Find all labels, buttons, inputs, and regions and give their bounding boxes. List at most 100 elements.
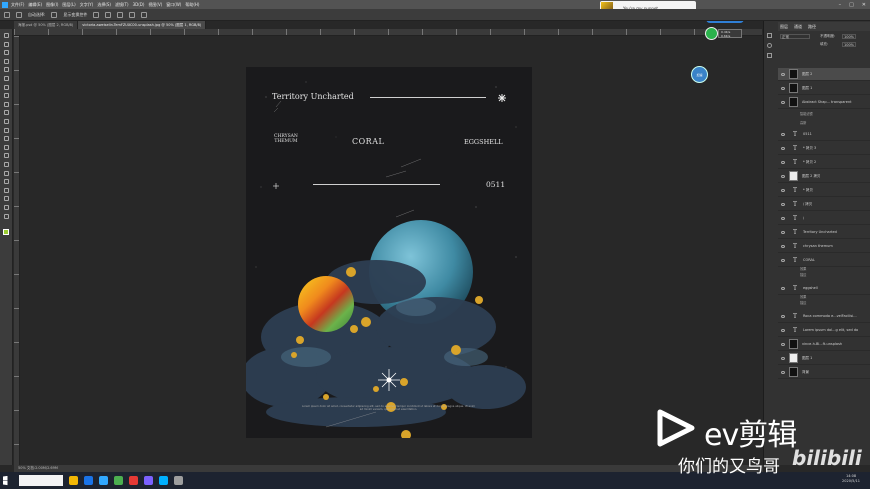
layer-row[interactable]: T / 拷贝: [778, 198, 870, 211]
app-icon[interactable]: [144, 476, 153, 485]
music-app-icon[interactable]: [129, 476, 138, 485]
menu-item[interactable]: 编辑(E): [28, 2, 42, 8]
photoshop-taskbar-icon[interactable]: [99, 476, 108, 485]
eye-visibility-icon[interactable]: [781, 328, 785, 332]
tab-poster[interactable]: 海报.psd @ 50% (图层 2, RGB/8): [14, 21, 79, 29]
qq-icon[interactable]: [159, 476, 168, 485]
eye-visibility-icon[interactable]: [781, 146, 785, 150]
lasso-tool-icon[interactable]: [3, 58, 10, 64]
color-icon[interactable]: [767, 43, 772, 48]
eye-visibility-icon[interactable]: [781, 188, 785, 192]
layer-row[interactable]: Abstract Shap... transparent: [778, 96, 870, 109]
maximize-icon[interactable]: □: [849, 2, 854, 8]
eraser-tool-icon[interactable]: [3, 136, 10, 142]
eye-visibility-icon[interactable]: [781, 230, 785, 234]
ruler-vertical[interactable]: [14, 36, 20, 465]
layer-row[interactable]: T * 拷贝: [778, 184, 870, 197]
align-center-icon[interactable]: [105, 11, 112, 18]
close-icon[interactable]: ✕: [862, 2, 866, 8]
floating-accelerate-button[interactable]: 加速: [691, 66, 708, 83]
poster-artwork[interactable]: Territory Uncharted CHRYSAN THEMUM CORAL…: [246, 67, 532, 438]
zoom-tool-icon[interactable]: [3, 213, 10, 219]
menu-item[interactable]: 图像(I): [46, 2, 58, 8]
menu-item[interactable]: 文件(F): [11, 2, 24, 8]
history-icon[interactable]: [767, 33, 772, 38]
auto-select-label[interactable]: 自动选择:: [28, 12, 45, 18]
opacity-input[interactable]: 100%: [842, 34, 856, 39]
shape-tool-icon[interactable]: [3, 196, 10, 202]
blur-tool-icon[interactable]: [3, 153, 10, 159]
menu-item[interactable]: 文字(Y): [80, 2, 94, 8]
eye-visibility-icon[interactable]: [781, 86, 785, 90]
layer-row[interactable]: T Lorem ipsum dol...g elit, sed do: [778, 324, 870, 337]
wechat-icon[interactable]: [114, 476, 123, 485]
eye-visibility-icon[interactable]: [781, 314, 785, 318]
brush-tool-icon[interactable]: [3, 110, 10, 116]
start-button-icon[interactable]: [3, 475, 8, 486]
layer-row[interactable]: T 0511: [778, 128, 870, 141]
eye-visibility-icon[interactable]: [781, 356, 785, 360]
layer-row[interactable]: Teggshell: [778, 282, 870, 295]
hand-tool-icon[interactable]: [3, 205, 10, 210]
dodge-tool-icon[interactable]: [3, 162, 10, 167]
stamp-tool-icon[interactable]: [3, 119, 10, 124]
marquee-tool-icon[interactable]: [3, 50, 10, 56]
eye-visibility-icon[interactable]: [781, 100, 785, 104]
layer-row[interactable]: Tchrysan themum: [778, 240, 870, 253]
layer-row[interactable]: T CORAL: [778, 254, 870, 267]
minimize-icon[interactable]: –: [839, 2, 842, 8]
menu-item[interactable]: 帮助(H): [185, 2, 199, 8]
distribute-icon[interactable]: [129, 11, 136, 18]
speed-monitor-icon[interactable]: [705, 27, 718, 40]
home-icon[interactable]: [4, 11, 10, 18]
eye-visibility-icon[interactable]: [781, 72, 785, 76]
layer-row[interactable]: 图层 2: [778, 68, 870, 81]
eye-visibility-icon[interactable]: [781, 342, 785, 346]
quick-select-tool-icon[interactable]: [3, 67, 10, 73]
eye-visibility-icon[interactable]: [781, 370, 785, 374]
frame-tool-icon[interactable]: [3, 84, 10, 90]
taskbar-search-box[interactable]: [19, 475, 63, 486]
properties-icon[interactable]: [767, 53, 772, 58]
eye-visibility-icon[interactable]: [781, 258, 785, 262]
eye-visibility-icon[interactable]: [781, 244, 785, 248]
taskbar-clock[interactable]: 14:08 2020/5/11: [842, 474, 860, 484]
healing-tool-icon[interactable]: [3, 101, 10, 107]
eye-visibility-icon[interactable]: [781, 286, 785, 290]
artboard-tool-icon[interactable]: [3, 41, 10, 47]
menu-item[interactable]: 视图(V): [148, 2, 162, 8]
history-brush-tool-icon[interactable]: [3, 127, 10, 133]
pen-tool-icon[interactable]: [3, 170, 10, 176]
layer-row[interactable]: 图层 1: [778, 352, 870, 365]
file-explorer-icon[interactable]: [69, 476, 78, 485]
crop-tool-icon[interactable]: [3, 76, 10, 81]
more-options-icon[interactable]: [141, 11, 148, 18]
eye-visibility-icon[interactable]: [781, 216, 785, 220]
foreground-color-swatch[interactable]: [3, 229, 9, 235]
move-tool-icon[interactable]: [3, 33, 10, 38]
eye-visibility-icon[interactable]: [781, 160, 785, 164]
align-right-icon[interactable]: [117, 11, 124, 18]
layer-row[interactable]: T * 拷贝 3: [778, 142, 870, 155]
layer-row[interactable]: T Territory Uncharted: [778, 226, 870, 239]
layer-row[interactable]: vince-h-Bl...ft-unsplash: [778, 338, 870, 351]
eye-visibility-icon[interactable]: [781, 202, 785, 206]
eye-visibility-icon[interactable]: [781, 174, 785, 178]
tab-layers[interactable]: 图层: [780, 24, 788, 30]
tab-channels[interactable]: 通道: [794, 24, 802, 30]
type-tool-icon[interactable]: [3, 179, 10, 185]
menu-item[interactable]: 图层(L): [62, 2, 75, 8]
tab-paths[interactable]: 路径: [808, 24, 816, 30]
menu-item[interactable]: 窗口(W): [166, 2, 181, 8]
layer-row[interactable]: 图层 1: [778, 82, 870, 95]
eyedropper-tool-icon[interactable]: [3, 93, 10, 99]
folder-icon[interactable]: [174, 476, 183, 485]
layer-dropdown-icon[interactable]: [51, 11, 58, 18]
move-tool-icon[interactable]: [16, 11, 22, 18]
ruler-horizontal[interactable]: [14, 29, 762, 36]
layer-row[interactable]: 背景: [778, 366, 870, 379]
path-select-tool-icon[interactable]: [3, 187, 10, 193]
show-transform-checkbox[interactable]: 显示变换控件: [63, 12, 87, 18]
blend-mode-select[interactable]: 正常: [780, 34, 810, 39]
layer-row[interactable]: T * 拷贝 2: [778, 156, 870, 169]
